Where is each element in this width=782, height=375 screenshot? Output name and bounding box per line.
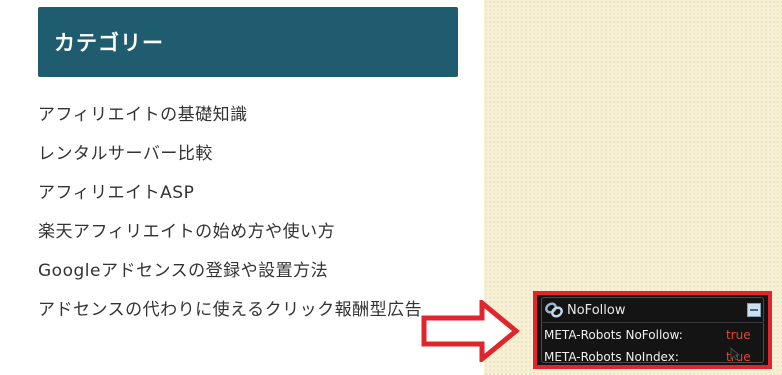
category-link-rakuten-affiliate[interactable]: 楽天アフィリエイトの始め方や使い方 [38, 215, 468, 254]
category-link-affiliate-asp[interactable]: アフィリエイトASP [38, 176, 468, 215]
nofollow-value: true [726, 328, 751, 342]
sidebar: カテゴリー アフィリエイトの基礎知識 レンタルサーバー比較 アフィリエイトASP… [0, 0, 484, 375]
chain-link-icon [545, 302, 563, 318]
category-list: アフィリエイトの基礎知識 レンタルサーバー比較 アフィリエイトASP 楽天アフィ… [38, 98, 468, 327]
category-link-click-ads[interactable]: アドセンスの代わりに使えるクリック報酬型広告 [38, 293, 468, 327]
category-link-rental-server[interactable]: レンタルサーバー比較 [38, 137, 468, 176]
noindex-label: META-Robots NoIndex: [544, 350, 679, 364]
nofollow-row: META-Robots NoFollow: true [544, 325, 760, 345]
category-link-affiliate-basics[interactable]: アフィリエイトの基礎知識 [38, 98, 468, 137]
nofollow-label: META-Robots NoFollow: [544, 328, 683, 342]
minimize-icon[interactable] [747, 303, 761, 317]
category-title: カテゴリー [54, 31, 164, 55]
panel-divider [541, 322, 764, 323]
noindex-row: META-Robots NoIndex: true [544, 347, 760, 367]
category-link-google-adsense[interactable]: Googleアドセンスの登録や設置方法 [38, 254, 468, 293]
red-arrow-icon [421, 300, 520, 362]
panel-title: NoFollow [567, 302, 626, 318]
mouse-cursor-icon [730, 347, 740, 361]
panel-header: NoFollow [544, 299, 764, 321]
category-header: カテゴリー [38, 7, 458, 77]
